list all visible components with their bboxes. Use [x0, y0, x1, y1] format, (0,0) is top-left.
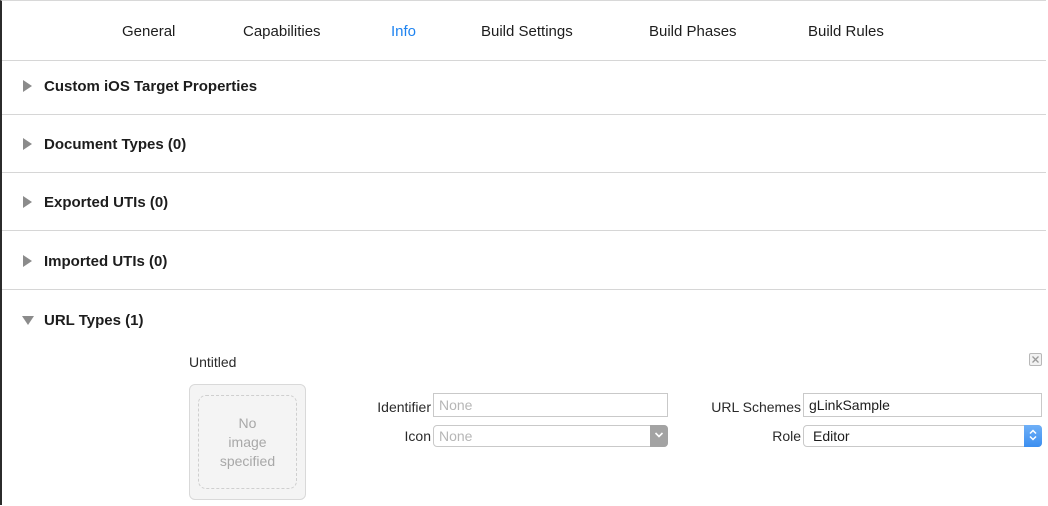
- disclosure-triangle-icon: [22, 137, 38, 151]
- tab-build-settings[interactable]: Build Settings: [481, 23, 573, 40]
- icon-popup-value: None: [439, 428, 473, 444]
- role-popup-value: Editor: [813, 428, 850, 444]
- tab-build-phases[interactable]: Build Phases: [649, 23, 737, 40]
- tab-capabilities[interactable]: Capabilities: [243, 23, 321, 40]
- section-exported-utis: Exported UTIs (0): [2, 173, 1046, 231]
- tab-info[interactable]: Info: [391, 23, 416, 40]
- popup-stepper: [1024, 425, 1042, 447]
- section-header[interactable]: Document Types (0): [22, 134, 186, 154]
- popup-arrow: [650, 425, 668, 447]
- section-header[interactable]: Custom iOS Target Properties: [22, 76, 257, 96]
- role-label: Role: [772, 428, 801, 444]
- disclosure-triangle-icon: [22, 195, 38, 209]
- section-title: Exported UTIs (0): [44, 193, 169, 211]
- url-schemes-label: URL Schemes: [711, 399, 801, 415]
- tab-build-rules[interactable]: Build Rules: [808, 23, 884, 40]
- section-title: Custom iOS Target Properties: [44, 77, 258, 95]
- section-document-types: Document Types (0): [2, 115, 1046, 173]
- disclosure-triangle-icon: [22, 254, 38, 268]
- tab-bar: General Capabilities Info Build Settings…: [2, 0, 1046, 61]
- section-title: Imported UTIs (0): [44, 252, 168, 270]
- disclosure-triangle-icon: [22, 79, 38, 93]
- role-popup[interactable]: Editor: [803, 425, 1042, 447]
- close-icon: [1032, 356, 1039, 363]
- section-header[interactable]: Imported UTIs (0): [22, 251, 167, 271]
- url-type-name[interactable]: Untitled: [189, 354, 236, 370]
- section-header[interactable]: URL Types (1): [22, 310, 143, 330]
- remove-url-type-button[interactable]: [1029, 353, 1042, 366]
- disclosure-triangle-open-icon: [22, 313, 38, 327]
- icon-popup[interactable]: None: [433, 425, 668, 447]
- icon-label: Icon: [404, 428, 431, 444]
- identifier-field[interactable]: [433, 393, 668, 417]
- section-title: URL Types (1): [44, 311, 144, 329]
- section-custom-ios-target-properties: Custom iOS Target Properties: [2, 57, 1046, 115]
- section-url-types: URL Types (1): [2, 291, 1046, 349]
- section-imported-utis: Imported UTIs (0): [2, 232, 1046, 290]
- section-title: Document Types (0): [44, 135, 187, 153]
- tab-general[interactable]: General: [122, 23, 175, 40]
- url-schemes-field[interactable]: [803, 393, 1042, 417]
- identifier-label: Identifier: [377, 399, 431, 415]
- image-well-placeholder: No image specified: [219, 414, 276, 469]
- chevron-down-icon: [654, 432, 664, 438]
- section-header[interactable]: Exported UTIs (0): [22, 192, 168, 212]
- image-well-drop-zone: No image specified: [198, 395, 297, 489]
- up-down-chevron-icon: [1029, 429, 1037, 441]
- image-well[interactable]: No image specified: [189, 384, 306, 500]
